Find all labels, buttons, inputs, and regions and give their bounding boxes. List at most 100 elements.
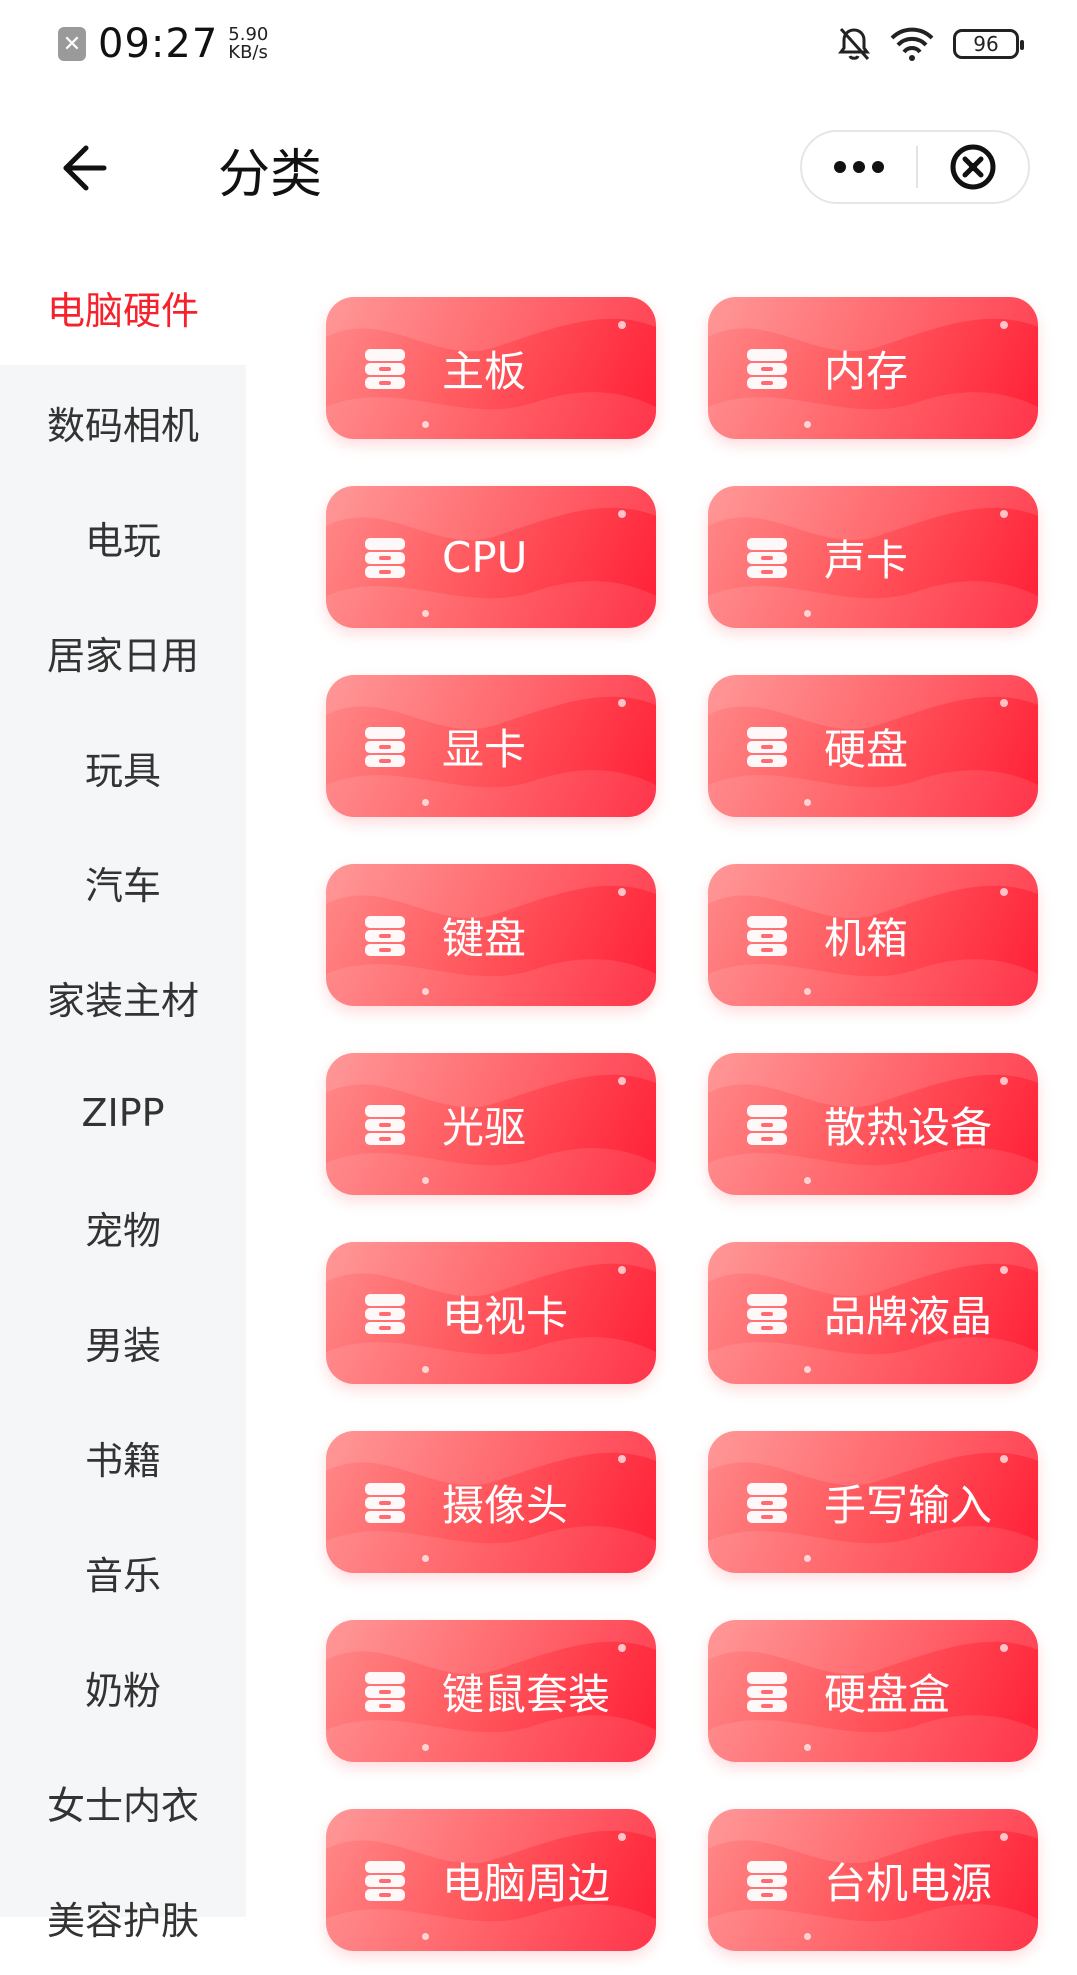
subcategory-tile[interactable]: 摄像头 <box>326 1431 656 1573</box>
subcategory-label: 机箱 <box>824 913 909 963</box>
subcategory-label: 硬盘 <box>824 724 909 774</box>
drawer-box-icon <box>747 1294 787 1334</box>
tile-dot-decoration <box>422 1933 429 1940</box>
more-dots-icon <box>834 161 884 173</box>
sidebar-category-label: 美容护肤 <box>46 1899 199 1943</box>
tile-dot-decoration <box>1000 1455 1008 1463</box>
drawer-box-icon <box>747 727 787 767</box>
drawer-box-icon <box>365 727 405 767</box>
subcategory-tile[interactable]: 电脑周边 <box>326 1809 656 1951</box>
subcategory-label: 键鼠套装 <box>442 1669 611 1719</box>
tile-dot-decoration <box>1000 510 1008 518</box>
subcategory-label: 主板 <box>442 346 527 396</box>
tile-dot-decoration <box>1000 699 1008 707</box>
more-button[interactable] <box>802 132 916 202</box>
sidebar-category-item[interactable]: 电脑硬件 <box>0 250 246 365</box>
tile-dot-decoration <box>422 1555 429 1562</box>
subcategory-tile[interactable]: 手写输入 <box>708 1431 1038 1573</box>
tile-dot-decoration <box>804 610 811 617</box>
drawer-box-icon <box>747 916 787 956</box>
subcategory-tile[interactable]: 台机电源 <box>708 1809 1038 1951</box>
subcategory-tile[interactable]: 硬盘盒 <box>708 1620 1038 1762</box>
subcategory-tile[interactable]: 散热设备 <box>708 1053 1038 1195</box>
tile-dot-decoration <box>1000 1644 1008 1652</box>
sidebar-category-label: 玩具 <box>84 749 161 793</box>
sidebar-category-item[interactable]: 电玩 <box>0 480 246 595</box>
tile-dot-decoration <box>1000 888 1008 896</box>
subcategory-tile[interactable]: 键盘 <box>326 864 656 1006</box>
subcategory-tile[interactable]: 显卡 <box>326 675 656 817</box>
tile-dot-decoration <box>618 1266 626 1274</box>
subcategory-label: 电视卡 <box>442 1291 569 1341</box>
subcategory-tile[interactable]: 硬盘 <box>708 675 1038 817</box>
drawer-box-icon <box>365 1861 405 1901</box>
status-right: 96 <box>837 20 1024 68</box>
tile-dot-decoration <box>618 888 626 896</box>
subcategory-label: 键盘 <box>442 913 527 963</box>
subcategory-tile[interactable]: 内存 <box>708 297 1038 439</box>
subcategory-tile[interactable]: 机箱 <box>708 864 1038 1006</box>
tile-dot-decoration <box>618 1833 626 1841</box>
tile-dot-decoration <box>804 1744 811 1751</box>
tile-dot-decoration <box>804 1555 811 1562</box>
tile-dot-decoration <box>422 988 429 995</box>
sidebar-category-label: 家装主材 <box>46 979 199 1023</box>
network-speed-unit: KB/s <box>228 42 268 63</box>
sidebar-category-label: 电脑硬件 <box>46 289 199 333</box>
sidebar-category-item[interactable]: 宠物 <box>0 1170 246 1285</box>
sidebar-category-label: 男装 <box>84 1324 161 1368</box>
battery-icon: 96 <box>953 29 1024 59</box>
network-speed: 5.90 KB/s <box>228 26 268 62</box>
sidebar-category-item[interactable]: 汽车 <box>0 825 246 940</box>
sidebar-category-item[interactable]: 男装 <box>0 1285 246 1400</box>
tile-dot-decoration <box>618 1455 626 1463</box>
drawer-box-icon <box>747 1672 787 1712</box>
sidebar-category-item[interactable]: 美容护肤 <box>0 1860 246 1975</box>
drawer-box-icon <box>365 1294 405 1334</box>
status-time: 09:27 <box>98 21 219 67</box>
drawer-box-icon <box>747 349 787 389</box>
back-arrow-icon[interactable] <box>52 138 112 198</box>
sidebar-category-label: 奶粉 <box>84 1669 161 1713</box>
tile-dot-decoration <box>804 1933 811 1940</box>
tile-dot-decoration <box>804 988 811 995</box>
sidebar-category-item[interactable]: 书籍 <box>0 1400 246 1515</box>
tile-dot-decoration <box>804 421 811 428</box>
sidebar-category-item[interactable]: 数码相机 <box>0 365 246 480</box>
subcategory-tile[interactable]: 键鼠套装 <box>326 1620 656 1762</box>
sidebar-category-item[interactable]: 奶粉 <box>0 1630 246 1745</box>
mini-program-capsule <box>800 130 1030 204</box>
sidebar-category-item[interactable]: 家装主材 <box>0 940 246 1055</box>
category-sidebar: 电脑硬件数码相机电玩居家日用玩具汽车家装主材 ZIPP 宠物男装书籍音乐奶粉女士内衣… <box>0 250 246 1943</box>
tile-dot-decoration <box>618 510 626 518</box>
subcategory-label: 硬盘盒 <box>824 1669 951 1719</box>
subcategory-tile[interactable]: 声卡 <box>708 486 1038 628</box>
close-mini-program-button[interactable] <box>918 132 1028 202</box>
subcategory-label: 散热设备 <box>824 1102 993 1152</box>
subcategory-label: 光驱 <box>442 1102 527 1152</box>
sidebar-category-label: 电玩 <box>84 519 161 563</box>
sidebar-category-label: ZIPP <box>81 1090 165 1135</box>
tile-dot-decoration <box>618 1644 626 1652</box>
wifi-icon <box>890 27 934 61</box>
sidebar-category-item[interactable]: 女士内衣 <box>0 1745 246 1860</box>
subcategory-tile[interactable]: CPU <box>326 486 656 628</box>
subcategory-tile[interactable]: 主板 <box>326 297 656 439</box>
tile-dot-decoration <box>422 610 429 617</box>
sidebar-category-item[interactable]: 音乐 <box>0 1515 246 1630</box>
sidebar-category-item[interactable]: ZIPP <box>0 1055 246 1170</box>
sidebar-category-item[interactable]: 居家日用 <box>0 595 246 710</box>
notification-x-icon: ✕ <box>58 27 86 61</box>
tile-dot-decoration <box>422 799 429 806</box>
sidebar-category-item[interactable]: 玩具 <box>0 710 246 825</box>
subcategory-label: 显卡 <box>442 724 527 774</box>
sidebar-category-label: 数码相机 <box>46 404 199 448</box>
drawer-box-icon <box>365 538 405 578</box>
subcategory-tile[interactable]: 光驱 <box>326 1053 656 1195</box>
subcategory-label: 声卡 <box>824 535 909 585</box>
subcategory-tile[interactable]: 电视卡 <box>326 1242 656 1384</box>
subcategory-tile[interactable]: 品牌液晶 <box>708 1242 1038 1384</box>
battery-level: 96 <box>973 32 999 56</box>
tile-dot-decoration <box>618 321 626 329</box>
sidebar-category-label: 书籍 <box>84 1439 161 1483</box>
